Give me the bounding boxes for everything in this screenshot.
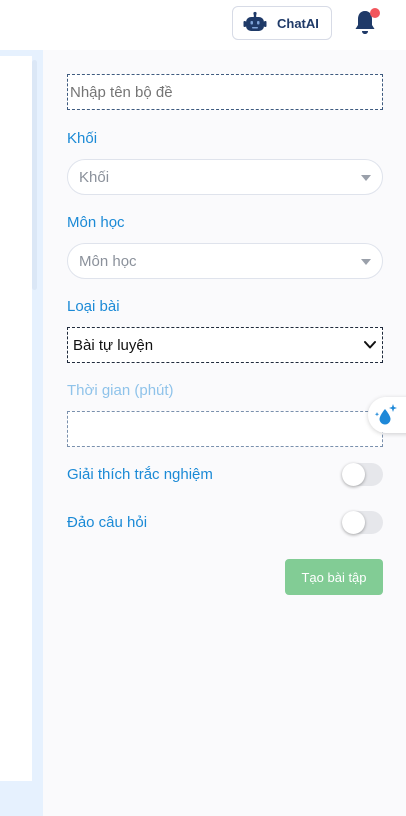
subject-select[interactable]: Môn học [67, 243, 383, 279]
toggle-knob [342, 463, 365, 486]
grade-select[interactable]: Khối [67, 159, 383, 195]
caret-down-icon [361, 175, 371, 181]
robot-icon [243, 11, 267, 31]
grade-select-value: Khối [79, 168, 110, 186]
toggle-knob [342, 511, 365, 534]
shuffle-label: Đảo câu hỏi [67, 514, 148, 531]
name-input[interactable] [67, 74, 383, 110]
explain-toggle[interactable] [342, 463, 383, 486]
subject-field-wrap: Môn học [67, 243, 383, 279]
notification-bell[interactable] [352, 8, 380, 38]
type-field-wrap: Bài tự luyện [67, 327, 383, 363]
left-scrollbar[interactable] [32, 60, 37, 290]
time-label: Thời gian (phút) [67, 382, 174, 399]
create-exercise-button[interactable]: Tạo bài tập [285, 559, 383, 595]
chevron-down-icon [364, 341, 376, 349]
floating-assistant-button[interactable] [368, 397, 406, 433]
subject-label: Môn học [67, 214, 125, 231]
left-content-card [0, 56, 32, 781]
grade-label: Khối [67, 130, 98, 147]
caret-down-icon [361, 259, 371, 265]
explain-label: Giải thích trắc nghiệm [67, 466, 213, 483]
shuffle-toggle[interactable] [342, 511, 383, 534]
sparkle-drop-icon [374, 404, 397, 425]
type-select-value: Bài tự luyện [73, 336, 154, 354]
type-select[interactable]: Bài tự luyện [67, 327, 383, 363]
notification-dot [370, 8, 380, 18]
type-label: Loại bài [67, 298, 120, 315]
grade-field-wrap: Khối [67, 159, 383, 195]
name-field-wrap [67, 74, 383, 110]
top-bar: ChatAI [0, 0, 406, 50]
subject-select-value: Môn học [79, 252, 137, 270]
chatai-button[interactable]: ChatAI [232, 6, 332, 40]
chatai-label: ChatAI [277, 15, 319, 31]
time-input[interactable] [67, 411, 383, 447]
time-field-wrap [67, 411, 383, 447]
